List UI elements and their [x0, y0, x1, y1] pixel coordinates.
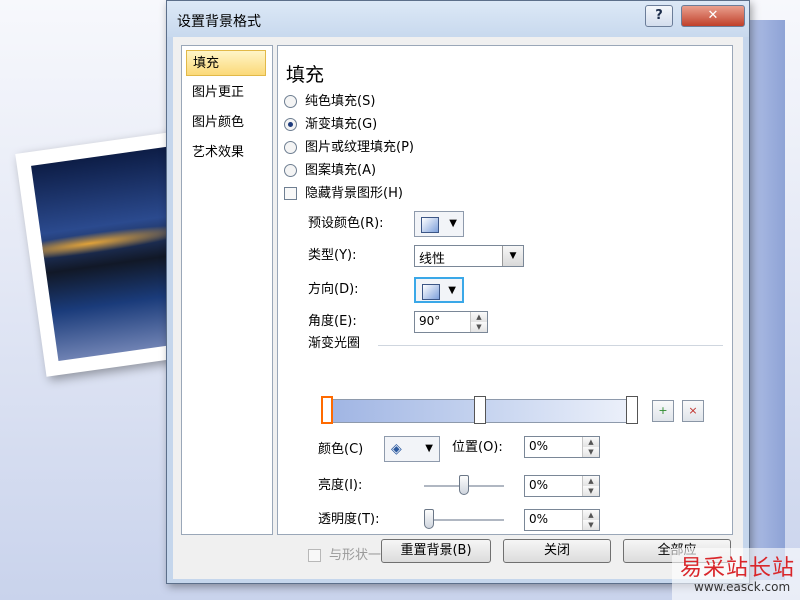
- panel-heading: 填充: [286, 64, 325, 86]
- option-label: 渐变填充(G): [305, 117, 378, 132]
- spinner-buttons[interactable]: ▲ ▼: [582, 510, 599, 530]
- gradient-stop-1[interactable]: [321, 396, 333, 424]
- add-gradient-stop-icon[interactable]: +: [652, 400, 674, 422]
- gradient-direction-icon: [422, 284, 440, 300]
- option-label: 纯色填充(S): [305, 94, 376, 109]
- spinner-buttons[interactable]: ▲ ▼: [582, 476, 599, 496]
- chevron-down-icon: ▼: [449, 218, 457, 229]
- brightness-slider-thumb[interactable]: [459, 475, 469, 495]
- spin-down-icon[interactable]: ▼: [471, 322, 487, 332]
- chevron-down-icon: ▼: [425, 443, 433, 454]
- nav-item-picture-color[interactable]: 图片颜色: [186, 110, 266, 136]
- close-icon[interactable]: ✕: [681, 5, 745, 27]
- angle-spinner[interactable]: 90° ▲ ▼: [414, 311, 488, 333]
- chevron-down-icon[interactable]: ▼: [502, 246, 523, 266]
- gradient-swatch-icon: [421, 217, 439, 233]
- site-watermark: 易采站长站 www.easck.com: [672, 548, 800, 600]
- pattern-fill-option[interactable]: 图案填充(A): [284, 161, 376, 181]
- gradient-stop-3[interactable]: [626, 396, 638, 424]
- spin-up-icon[interactable]: ▲: [583, 476, 599, 486]
- nav-item-artistic-effects[interactable]: 艺术效果: [186, 140, 266, 166]
- nav-item-picture-corrections[interactable]: 图片更正: [186, 80, 266, 106]
- format-background-dialog: 设置背景格式 ? ✕ 填充 图片更正 图片颜色 艺术效果 填充 纯色填充(S) …: [166, 0, 750, 584]
- color-label: 颜色(C): [318, 442, 364, 457]
- transparency-value: 0%: [529, 512, 549, 526]
- position-label: 位置(O):: [452, 440, 503, 455]
- paint-bucket-icon: ◈: [391, 441, 402, 457]
- chevron-down-icon: ▼: [448, 285, 456, 296]
- transparency-spinner[interactable]: 0% ▲ ▼: [524, 509, 600, 531]
- transparency-slider-track[interactable]: [424, 519, 504, 522]
- reset-background-button[interactable]: 重置背景(B): [381, 539, 491, 563]
- dialog-client: 填充 图片更正 图片颜色 艺术效果 填充 纯色填充(S) 渐变填充(G) 图片或…: [173, 37, 743, 579]
- checkbox-label: 隐藏背景图形(H): [305, 186, 403, 201]
- remove-gradient-stop-icon[interactable]: ×: [682, 400, 704, 422]
- direction-label: 方向(D):: [308, 282, 359, 297]
- spinner-buttons[interactable]: ▲ ▼: [470, 312, 487, 332]
- direction-dropdown[interactable]: ▼: [414, 277, 464, 303]
- brightness-label: 亮度(I):: [318, 478, 363, 493]
- nav-item-fill[interactable]: 填充: [186, 50, 266, 76]
- brightness-value: 0%: [529, 478, 549, 492]
- help-button[interactable]: ?: [645, 5, 673, 27]
- gradient-fill-option[interactable]: 渐变填充(G): [284, 115, 377, 135]
- gradient-stop-2[interactable]: [474, 396, 486, 424]
- watermark-logo-text: 易采站长站: [680, 556, 796, 581]
- radio-icon[interactable]: [284, 164, 297, 177]
- fill-panel: 填充 纯色填充(S) 渐变填充(G) 图片或纹理填充(P) 图案填充(A) 隐藏…: [277, 45, 733, 563]
- watermark-url: www.easck.com: [694, 580, 791, 594]
- angle-value: 90°: [419, 314, 441, 328]
- title-bar[interactable]: 设置背景格式 ? ✕: [167, 1, 749, 37]
- spin-up-icon[interactable]: ▲: [583, 437, 599, 447]
- picture-texture-fill-option[interactable]: 图片或纹理填充(P): [284, 138, 414, 158]
- option-label: 图片或纹理填充(P): [305, 140, 414, 155]
- spin-down-icon[interactable]: ▼: [583, 447, 599, 457]
- slide-edge: [750, 20, 785, 580]
- solid-fill-option[interactable]: 纯色填充(S): [284, 92, 375, 112]
- brightness-spinner[interactable]: 0% ▲ ▼: [524, 475, 600, 497]
- stop-color-dropdown[interactable]: ◈ ▼: [384, 436, 440, 462]
- position-spinner[interactable]: 0% ▲ ▼: [524, 436, 600, 458]
- checkbox-icon[interactable]: [284, 187, 297, 200]
- checkbox-icon[interactable]: [308, 549, 321, 562]
- preset-colors-dropdown[interactable]: ▼: [414, 211, 464, 237]
- spin-up-icon[interactable]: ▲: [583, 510, 599, 520]
- section-divider: [378, 345, 723, 346]
- transparency-label: 透明度(T):: [318, 512, 380, 527]
- position-value: 0%: [529, 439, 549, 453]
- dialog-title: 设置背景格式: [177, 14, 261, 30]
- transparency-slider-thumb[interactable]: [424, 509, 434, 529]
- type-value: 线性: [419, 252, 446, 267]
- spin-down-icon[interactable]: ▼: [583, 486, 599, 496]
- close-button[interactable]: 关闭: [503, 539, 611, 563]
- spin-down-icon[interactable]: ▼: [583, 520, 599, 530]
- type-select[interactable]: 线性 ▼: [414, 245, 524, 267]
- radio-icon[interactable]: [284, 95, 297, 108]
- spin-up-icon[interactable]: ▲: [471, 312, 487, 322]
- option-label: 图案填充(A): [305, 163, 377, 178]
- angle-label: 角度(E):: [308, 314, 357, 329]
- preset-colors-label: 预设颜色(R):: [308, 216, 384, 231]
- radio-icon[interactable]: [284, 141, 297, 154]
- category-nav: 填充 图片更正 图片颜色 艺术效果: [181, 45, 273, 535]
- gradient-stops-label: 渐变光圈: [308, 336, 361, 351]
- spinner-buttons[interactable]: ▲ ▼: [582, 437, 599, 457]
- hide-background-graphics-checkbox[interactable]: 隐藏背景图形(H): [284, 184, 403, 204]
- radio-selected-icon[interactable]: [284, 118, 297, 131]
- type-label: 类型(Y):: [308, 248, 357, 263]
